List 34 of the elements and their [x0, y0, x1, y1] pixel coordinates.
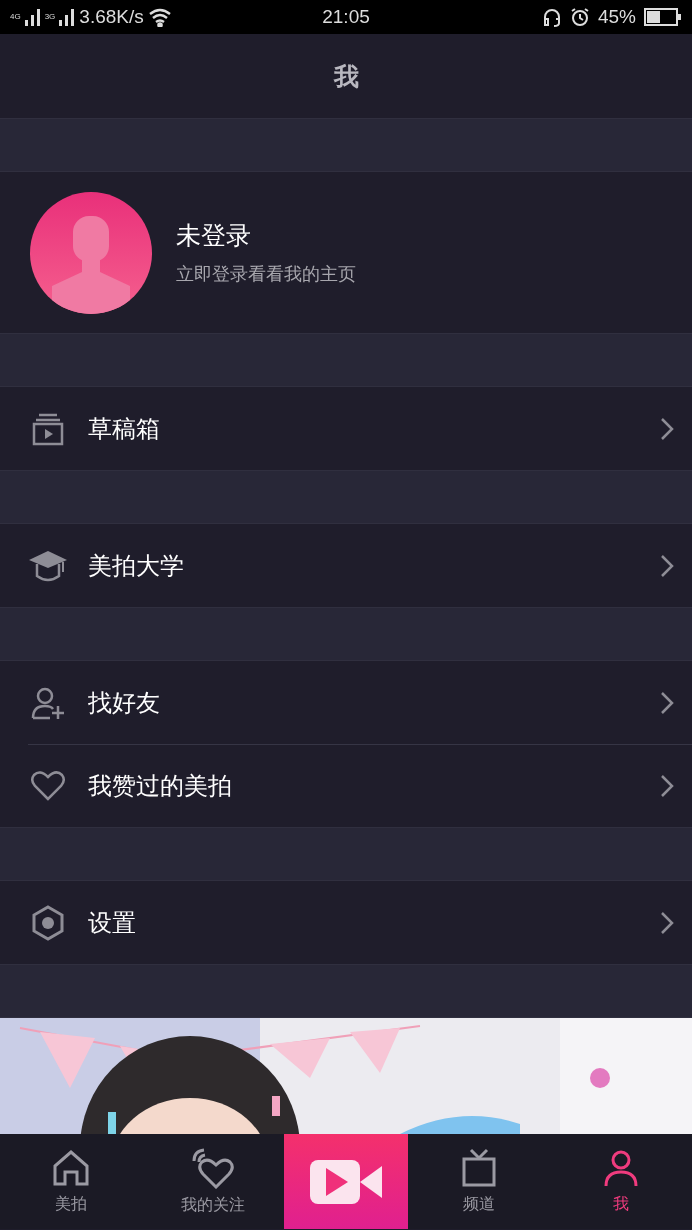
gear-icon: [30, 904, 66, 941]
wifi-icon: [147, 7, 172, 27]
chevron-right-icon: [660, 553, 674, 578]
chevron-right-icon: [660, 773, 674, 798]
network-label: 3G: [44, 12, 56, 21]
tab[interactable]: 我: [550, 1134, 692, 1229]
battery-icon: [644, 8, 682, 26]
clock-time: 21:05: [321, 6, 371, 28]
record-button[interactable]: [284, 1134, 408, 1229]
battery-percent: 45%: [597, 6, 636, 28]
network-label: 4G: [10, 12, 21, 21]
add-user-icon: [30, 685, 66, 720]
alarm-icon: [569, 7, 590, 27]
video-stack-icon: [31, 411, 65, 446]
tab[interactable]: 我的关注: [142, 1134, 284, 1229]
signal-icon: [59, 8, 76, 26]
heart-signal-icon: [190, 1147, 236, 1189]
heart-icon: [30, 769, 66, 802]
chevron-right-icon: [660, 910, 674, 935]
tab[interactable]: 频道: [408, 1134, 550, 1229]
signal-icon: [24, 8, 41, 26]
tab[interactable]: 美拍: [0, 1134, 142, 1229]
headphones-icon: [541, 7, 562, 27]
login-hint[interactable]: 立即登录看看我的主页: [176, 262, 356, 286]
user-icon: [603, 1148, 639, 1188]
chevron-right-icon: [660, 416, 674, 441]
home-icon: [51, 1148, 91, 1188]
video-camera-icon: [310, 1157, 382, 1206]
page-title: 我: [333, 60, 359, 93]
chevron-right-icon: [660, 690, 674, 715]
tv-icon: [461, 1148, 497, 1188]
graduation-cap-icon: [28, 548, 68, 583]
user-name[interactable]: 未登录: [176, 219, 356, 252]
network-speed: 3.68K/s: [79, 6, 144, 28]
